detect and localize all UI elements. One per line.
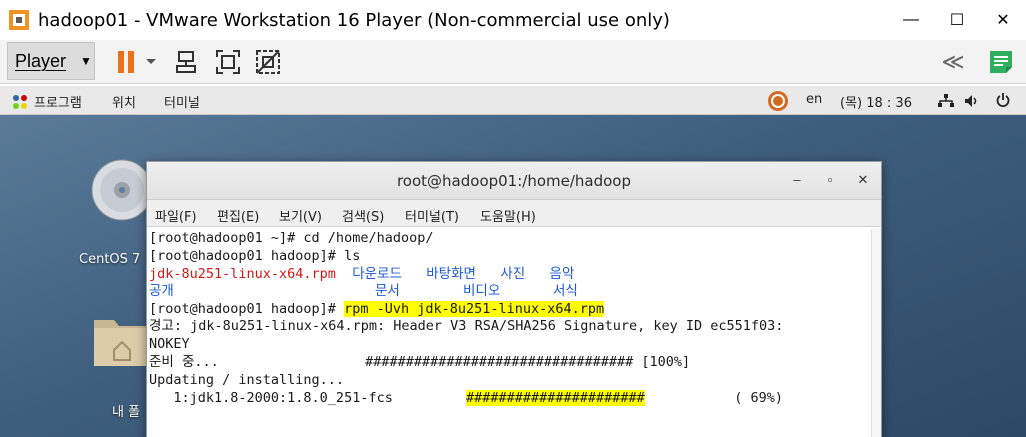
terminal-line: Updating / installing... (149, 372, 345, 388)
shell-prompt: [root@hadoop01 hadoop]# (149, 301, 345, 317)
fullscreen-button[interactable] (212, 46, 244, 78)
menu-search[interactable]: 검색(S) (342, 206, 384, 225)
terminal-line: NOKEY (149, 336, 190, 352)
pause-dropdown-icon[interactable] (142, 46, 160, 78)
power-icon[interactable] (996, 93, 1010, 111)
terminal-maximize-button[interactable]: ▫ (820, 170, 840, 190)
dir-entry: 비디오 (463, 283, 501, 299)
window-titlebar: hadoop01 - VMware Workstation 16 Player … (0, 0, 1026, 40)
guest-display[interactable]: 프로그램 위치 터미널 en (목) 18 : 36 CentOS 7 내 폴 … (0, 86, 1026, 437)
network-icon[interactable] (938, 94, 954, 112)
terminal-close-button[interactable]: ✕ (853, 170, 873, 190)
terminal-menubar: 파일(F) 편집(E) 보기(V) 검색(S) 터미널(T) 도움말(H) (147, 200, 881, 227)
clock[interactable]: (목) 18 : 36 (840, 92, 912, 111)
menu-terminal[interactable]: 터미널(T) (405, 206, 459, 225)
chevron-down-icon: ▼ (80, 54, 92, 68)
terminal-line: [root@hadoop01 hadoop]# rpm -Uvh jdk-8u2… (149, 300, 605, 318)
menu-applications[interactable]: 프로그램 (34, 92, 82, 111)
menu-help[interactable]: 도움말(H) (480, 206, 536, 225)
menu-edit[interactable]: 편집(E) (217, 206, 259, 225)
notes-icon (990, 51, 1012, 73)
desktop-icon-label: 내 폴 (112, 405, 141, 420)
pause-icon (118, 51, 134, 73)
menu-file[interactable]: 파일(F) (155, 206, 197, 225)
volume-icon[interactable] (964, 94, 980, 112)
close-button[interactable]: ✕ (980, 0, 1026, 40)
terminal-output[interactable]: [root@hadoop01 ~]# cd /home/hadoop/ [roo… (147, 229, 881, 437)
progress-percent: ( 69%) (644, 390, 783, 406)
dir-entries: 다운로드 바탕화면 사진 음악 (335, 266, 575, 282)
minimize-button[interactable]: — (888, 0, 934, 40)
terminal-line: 준비 중... ################################… (149, 354, 691, 370)
home-folder-icon[interactable] (92, 310, 152, 375)
terminal-scrollbar[interactable] (871, 229, 881, 437)
player-menu-button[interactable]: Player ▼ (7, 42, 95, 80)
menu-places[interactable]: 위치 (112, 92, 136, 111)
terminal-line: 1:jdk1.8-2000:1.8.0_251-fcs ############… (149, 389, 783, 407)
highlighted-command: rpm -Uvh jdk-8u251-linux-x64.rpm (344, 301, 605, 317)
unity-button[interactable] (252, 46, 284, 78)
highlighted-progress-bar: ###################### (465, 390, 645, 406)
cd-disc-icon[interactable] (90, 158, 154, 227)
terminal-title: root@hadoop01:/home/hadoop (396, 172, 632, 190)
package-name: 1:jdk1.8-2000:1.8.0_251-fcs (149, 390, 466, 406)
menu-terminal[interactable]: 터미널 (164, 92, 200, 111)
pause-button[interactable] (110, 46, 142, 78)
input-language[interactable]: en (806, 92, 822, 107)
desktop-icon-label: CentOS 7 (79, 252, 141, 267)
fullscreen-icon (216, 50, 240, 74)
update-notifier-icon[interactable] (767, 90, 789, 116)
vmware-logo-icon (8, 9, 30, 31)
terminal-line: 공개 (149, 282, 174, 300)
file-entry: jdk-8u251-linux-x64.rpm (149, 266, 336, 282)
dir-entry: 문서 (375, 283, 400, 299)
terminal-minimize-button[interactable]: – (787, 170, 807, 190)
network-device-icon (176, 51, 196, 73)
terminal-line: 경고: jdk-8u251-linux-x64.rpm: Header V3 R… (149, 318, 784, 334)
notes-button[interactable] (985, 46, 1017, 78)
player-label: Player (15, 50, 67, 71)
terminal-window[interactable]: root@hadoop01:/home/hadoop – ▫ ✕ 파일(F) 편… (146, 161, 882, 437)
terminal-titlebar[interactable]: root@hadoop01:/home/hadoop – ▫ ✕ (147, 162, 881, 200)
terminal-line: [root@hadoop01 hadoop]# ls (149, 248, 361, 264)
player-toolbar: Player ▼ ≪ (0, 40, 1026, 84)
window-title: hadoop01 - VMware Workstation 16 Player … (38, 9, 670, 31)
terminal-line: jdk-8u251-linux-x64.rpm 다운로드 바탕화면 사진 음악 (149, 265, 574, 283)
gnome-top-bar: 프로그램 위치 터미널 en (목) 18 : 36 (0, 86, 1026, 115)
dir-entry: 서식 (553, 283, 578, 299)
maximize-button[interactable]: ☐ (934, 0, 980, 40)
collapse-chevron-icon[interactable]: ≪ (937, 46, 969, 78)
menu-view[interactable]: 보기(V) (279, 206, 322, 225)
gnome-logo-icon (12, 94, 28, 114)
dir-entry: 공개 (149, 283, 174, 299)
unity-icon (256, 50, 280, 74)
send-ctrl-alt-del-button[interactable] (170, 46, 202, 78)
terminal-line: [root@hadoop01 ~]# cd /home/hadoop/ (149, 230, 434, 246)
